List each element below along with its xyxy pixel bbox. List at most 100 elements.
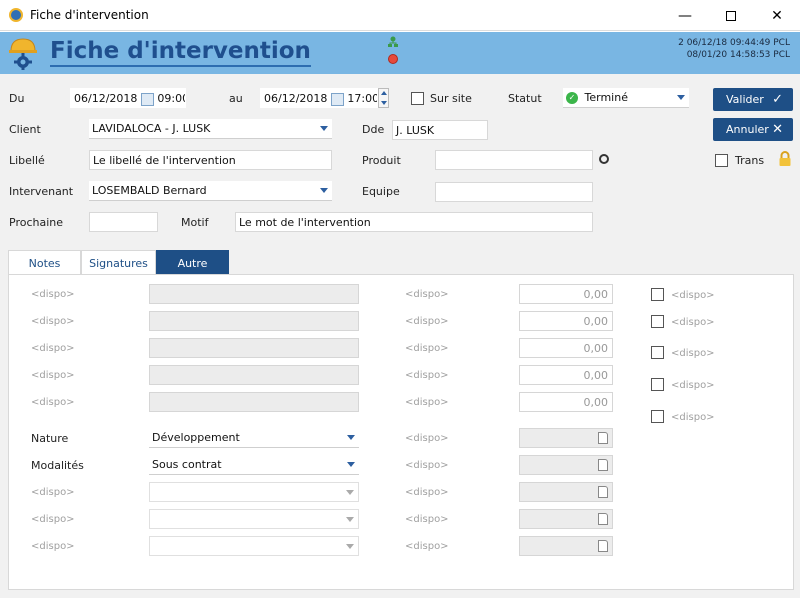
dispo-label: <dispo>: [405, 541, 449, 552]
calendar-icon[interactable]: [330, 92, 344, 106]
dispo-label: <dispo>: [405, 370, 449, 381]
dispo-label: <dispo>: [405, 514, 449, 525]
dispo-text-field[interactable]: [149, 392, 359, 412]
minimize-button[interactable]: —: [662, 0, 708, 31]
client-select[interactable]: LAVIDALOCA - J. LUSK: [89, 119, 332, 139]
prochaine-label: Prochaine: [9, 216, 64, 229]
record-meta-line2: 08/01/20 14:58:53 PCL: [686, 50, 790, 60]
calendar-icon[interactable]: [598, 432, 608, 444]
dispo-label: <dispo>: [31, 541, 75, 552]
dispo-label: <dispo>: [405, 289, 449, 300]
intervenant-select[interactable]: LOSEMBALD Bernard: [89, 181, 332, 201]
dispo-date-field[interactable]: [519, 509, 613, 529]
dispo-label: <dispo>: [405, 433, 449, 444]
maximize-button[interactable]: [708, 0, 754, 31]
calendar-icon[interactable]: [598, 486, 608, 498]
close-button[interactable]: ✕: [754, 0, 800, 31]
window-titlebar: Fiche d'intervention — ✕: [0, 0, 800, 31]
chevron-down-icon: [347, 462, 355, 467]
window-title: Fiche d'intervention: [30, 8, 149, 22]
calendar-icon[interactable]: [598, 513, 608, 525]
dispo-text-field[interactable]: [149, 365, 359, 385]
record-meta-line1: 2 06/12/18 09:44:49 PCL: [678, 38, 790, 48]
motif-label: Motif: [181, 216, 209, 229]
chevron-down-icon: [346, 490, 354, 495]
close-icon: ✕: [772, 122, 783, 137]
motif-input[interactable]: Le mot de l'intervention: [235, 212, 593, 232]
sur-site-label: Sur site: [430, 92, 472, 105]
dispo-label: <dispo>: [31, 370, 75, 381]
dispo-label: <dispo>: [31, 397, 75, 408]
page-title: Fiche d'intervention: [50, 38, 311, 67]
dispo-text-field[interactable]: [149, 311, 359, 331]
tab-signatures[interactable]: Signatures: [81, 250, 156, 274]
dispo-checkbox[interactable]: [651, 410, 664, 423]
network-icon[interactable]: [387, 36, 399, 48]
chevron-down-icon: [320, 188, 328, 193]
dispo-date-field[interactable]: [519, 455, 613, 475]
intervenant-label: Intervenant: [9, 185, 74, 198]
dispo-checkbox[interactable]: [651, 315, 664, 328]
dispo-select[interactable]: [149, 482, 359, 502]
statut-label: Statut: [508, 92, 542, 105]
valider-button[interactable]: Valider ✓: [713, 88, 793, 111]
au-date-input[interactable]: 06/12/2018 17:00: [260, 88, 378, 108]
chevron-down-icon: [347, 435, 355, 440]
time-spinner[interactable]: [378, 88, 389, 108]
dispo-checkbox[interactable]: [651, 346, 664, 359]
dispo-number-field[interactable]: 0,00: [519, 338, 613, 358]
trans-checkbox[interactable]: [715, 154, 728, 167]
annuler-button[interactable]: Annuler ✕: [713, 118, 793, 141]
dispo-label: <dispo>: [31, 514, 75, 525]
produit-label: Produit: [362, 154, 401, 167]
dispo-label: <dispo>: [671, 317, 715, 328]
du-date-input[interactable]: 06/12/2018 09:00: [70, 88, 186, 108]
tab-autre[interactable]: Autre: [156, 250, 229, 274]
tab-notes[interactable]: Notes: [8, 250, 81, 274]
calendar-icon[interactable]: [140, 92, 154, 106]
dispo-text-field[interactable]: [149, 284, 359, 304]
dispo-date-field[interactable]: [519, 428, 613, 448]
search-icon[interactable]: [599, 154, 609, 167]
equipe-input[interactable]: [435, 182, 593, 202]
calendar-icon[interactable]: [598, 459, 608, 471]
dispo-select[interactable]: [149, 509, 359, 529]
check-circle-icon: ✓: [566, 92, 578, 104]
dispo-label: <dispo>: [671, 290, 715, 301]
modalites-select[interactable]: Sous contrat: [149, 455, 359, 475]
equipe-label: Equipe: [362, 185, 400, 198]
libelle-input[interactable]: Le libellé de l'intervention: [89, 150, 332, 170]
dispo-label: <dispo>: [31, 289, 75, 300]
form-header: Fiche d'intervention 2 06/12/18 09:44:49…: [0, 32, 800, 74]
dispo-number-field[interactable]: 0,00: [519, 284, 613, 304]
dispo-text-field[interactable]: [149, 338, 359, 358]
statut-select[interactable]: ✓ Terminé: [563, 88, 689, 108]
modalites-label: Modalités: [31, 459, 84, 472]
dispo-number-field[interactable]: 0,00: [519, 311, 613, 331]
calendar-icon[interactable]: [598, 540, 608, 552]
dispo-number-field[interactable]: 0,00: [519, 365, 613, 385]
dde-input[interactable]: J. LUSK: [392, 120, 488, 140]
nature-select[interactable]: Développement: [149, 428, 359, 448]
dispo-select[interactable]: [149, 536, 359, 556]
dispo-label: <dispo>: [671, 380, 715, 391]
dispo-number-field[interactable]: 0,00: [519, 392, 613, 412]
nature-label: Nature: [31, 432, 69, 445]
dispo-checkbox[interactable]: [651, 288, 664, 301]
dispo-checkbox[interactable]: [651, 378, 664, 391]
dispo-label: <dispo>: [405, 343, 449, 354]
du-label: Du: [9, 92, 25, 105]
lock-icon: [778, 151, 792, 167]
check-icon: ✓: [772, 92, 783, 107]
dispo-date-field[interactable]: [519, 536, 613, 556]
trans-label: Trans: [735, 154, 765, 167]
dispo-label: <dispo>: [671, 412, 715, 423]
produit-input[interactable]: [435, 150, 593, 170]
dispo-label: <dispo>: [671, 348, 715, 359]
history-icon[interactable]: [388, 54, 398, 64]
app-icon: [9, 8, 23, 22]
prochaine-input[interactable]: [89, 212, 158, 232]
dispo-date-field[interactable]: [519, 482, 613, 502]
sur-site-checkbox[interactable]: [411, 92, 424, 105]
dispo-label: <dispo>: [405, 487, 449, 498]
